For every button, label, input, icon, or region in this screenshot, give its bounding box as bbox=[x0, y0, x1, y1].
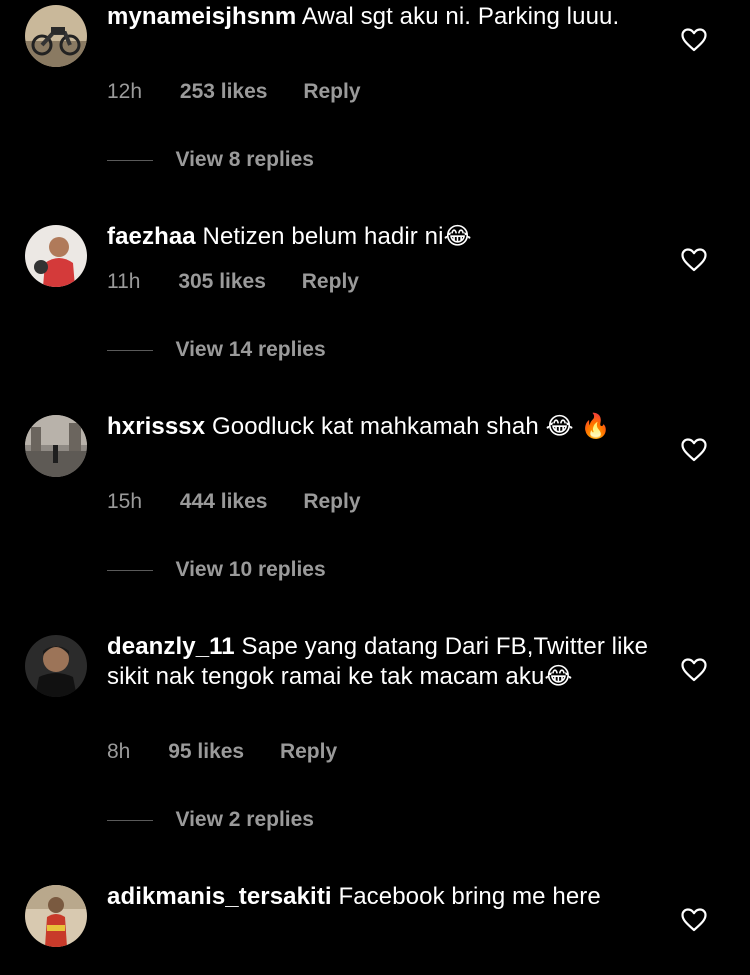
comment-username[interactable]: hxrisssx bbox=[107, 413, 205, 440]
avatar[interactable] bbox=[25, 635, 87, 697]
comment-text: deanzly_11 Sape yang datang Dari FB,Twit… bbox=[107, 632, 652, 692]
comment-username[interactable]: faezhaa bbox=[107, 223, 196, 250]
divider-line bbox=[107, 569, 153, 571]
comment-text: mynameisjhsnm Awal sgt aku ni. Parking l… bbox=[107, 2, 652, 32]
reply-button[interactable]: Reply bbox=[302, 270, 359, 294]
divider-line bbox=[107, 349, 153, 351]
heart-icon[interactable] bbox=[681, 908, 707, 932]
avatar[interactable] bbox=[25, 415, 87, 477]
comment-text: hxrisssx Goodluck kat mahkamah shah 😂 🔥 bbox=[107, 412, 652, 442]
reply-button[interactable]: Reply bbox=[303, 80, 360, 104]
comment-username[interactable]: adikmanis_tersakiti bbox=[107, 883, 332, 910]
avatar[interactable] bbox=[25, 5, 87, 67]
comment-username[interactable]: deanzly_11 bbox=[107, 633, 235, 660]
view-replies-button[interactable]: View 2 replies bbox=[107, 808, 314, 838]
heart-icon[interactable] bbox=[681, 28, 707, 52]
comment-meta: 15h 444 likes Reply bbox=[107, 490, 391, 514]
avatar[interactable] bbox=[25, 885, 87, 947]
heart-icon[interactable] bbox=[681, 438, 707, 462]
comment-text: faezhaa Netizen belum hadir ni😂 bbox=[107, 222, 652, 252]
heart-icon[interactable] bbox=[681, 658, 707, 682]
comment-meta: 11h 305 likes Reply bbox=[107, 270, 389, 294]
avatar[interactable] bbox=[25, 225, 87, 287]
comment-time: 12h bbox=[107, 80, 143, 103]
comment-time: 8h bbox=[107, 740, 131, 763]
divider-line bbox=[107, 159, 153, 161]
comment-body: Facebook bring me here bbox=[338, 883, 601, 910]
view-replies-button[interactable]: View 10 replies bbox=[107, 558, 326, 588]
reply-button[interactable]: Reply bbox=[280, 740, 337, 764]
comment-meta: 12h 253 likes Reply bbox=[107, 80, 391, 104]
comment-time: 15h bbox=[107, 490, 143, 513]
likes-count[interactable]: 95 likes bbox=[168, 740, 244, 764]
likes-count[interactable]: 305 likes bbox=[178, 270, 266, 294]
comment-time: 11h bbox=[107, 270, 141, 293]
view-replies-button[interactable]: View 8 replies bbox=[107, 148, 314, 178]
comment-body: Awal sgt aku ni. Parking luuu. bbox=[301, 3, 620, 30]
likes-count[interactable]: 253 likes bbox=[180, 80, 268, 104]
view-replies-label: View 8 replies bbox=[175, 148, 314, 171]
view-replies-button[interactable]: View 14 replies bbox=[107, 338, 326, 368]
divider-line bbox=[107, 819, 153, 821]
view-replies-label: View 2 replies bbox=[175, 808, 314, 831]
view-replies-label: View 14 replies bbox=[175, 338, 326, 361]
comment-body: Netizen belum hadir ni😂 bbox=[202, 223, 472, 250]
comment-text: adikmanis_tersakiti Facebook bring me he… bbox=[107, 882, 652, 912]
comment-meta: 8h 95 likes Reply bbox=[107, 740, 367, 764]
reply-button[interactable]: Reply bbox=[303, 490, 360, 514]
view-replies-label: View 10 replies bbox=[175, 558, 326, 581]
heart-icon[interactable] bbox=[681, 248, 707, 272]
likes-count[interactable]: 444 likes bbox=[180, 490, 268, 514]
comment-username[interactable]: mynameisjhsnm bbox=[107, 3, 296, 30]
comment-body: Goodluck kat mahkamah shah 😂 🔥 bbox=[212, 413, 611, 440]
